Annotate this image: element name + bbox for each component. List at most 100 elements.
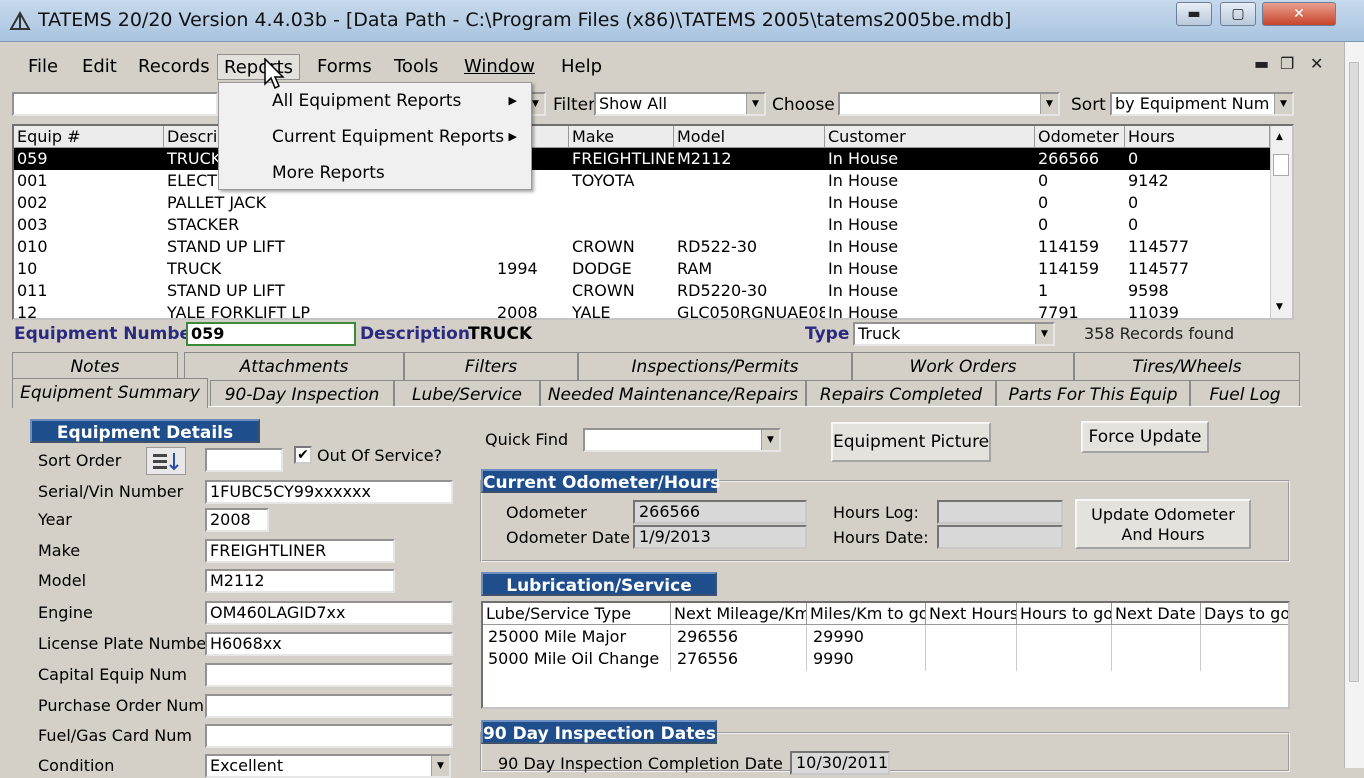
column-header[interactable]: Customer <box>825 126 1035 148</box>
grid-scrollbar[interactable]: ▲ ▼ <box>1270 126 1292 318</box>
column-header[interactable]: Equip # <box>14 126 164 148</box>
table-cell[interactable]: RAM <box>674 258 825 280</box>
table-cell[interactable]: 114577 <box>1125 236 1270 258</box>
type-select[interactable]: Truck ▼ <box>853 322 1055 346</box>
menu-edit[interactable]: Edit <box>76 54 123 80</box>
table-cell[interactable]: In House <box>825 192 1035 214</box>
column-header[interactable]: Make <box>569 126 674 148</box>
make-field[interactable]: FREIGHTLINER <box>205 539 395 563</box>
table-cell[interactable]: 114577 <box>1125 258 1270 280</box>
table-row[interactable]: 003 STACKER In House 0 0 <box>14 214 1270 236</box>
lube-column-header[interactable]: Hours to go <box>1017 603 1112 625</box>
outer-scrollbar[interactable] <box>1344 42 1364 768</box>
table-cell[interactable]: 12 <box>14 302 164 318</box>
tab-equipment-summary[interactable]: Equipment Summary <box>12 378 208 408</box>
table-cell[interactable]: 011 <box>14 280 164 302</box>
equipment-grid[interactable]: Equip # Descrip Make Model Customer Odom… <box>12 124 1294 320</box>
scroll-up-icon[interactable]: ▲ <box>1276 132 1283 142</box>
table-cell[interactable] <box>494 214 569 236</box>
table-cell[interactable]: 1 <box>1035 280 1125 302</box>
fuel-gas-card-num-field[interactable] <box>205 724 453 748</box>
lube-cell[interactable]: 29990 <box>810 626 864 648</box>
table-cell[interactable]: TOYOTA <box>569 170 674 192</box>
table-cell[interactable]: TRUCK <box>164 258 494 280</box>
table-cell[interactable]: In House <box>825 148 1035 170</box>
menu-forms[interactable]: Forms <box>311 54 378 80</box>
table-cell[interactable]: YALE FORKLIFT LP <box>164 302 494 318</box>
table-cell[interactable]: 059 <box>14 148 164 170</box>
table-cell[interactable]: In House <box>825 170 1035 192</box>
table-cell[interactable]: 9598 <box>1125 280 1270 302</box>
table-cell[interactable]: RD522-30 <box>674 236 825 258</box>
table-cell[interactable] <box>494 192 569 214</box>
tab-lube-service[interactable]: Lube/Service <box>394 380 540 408</box>
tab-notes[interactable]: Notes <box>12 352 178 380</box>
table-cell[interactable]: In House <box>825 280 1035 302</box>
lube-column-header[interactable]: Next Date <box>1112 603 1201 625</box>
lube-column-header[interactable]: Miles/Km to go <box>807 603 926 625</box>
table-cell[interactable]: 0 <box>1125 148 1270 170</box>
table-cell[interactable]: STACKER <box>164 214 494 236</box>
choose-select[interactable]: ▼ <box>838 92 1060 116</box>
mdi-restore-button[interactable]: ❐ <box>1280 54 1294 73</box>
table-cell[interactable]: In House <box>825 258 1035 280</box>
table-cell[interactable]: YALE <box>569 302 674 318</box>
table-row[interactable]: 010 STAND UP LIFT CROWN RD522-30 In House 114… <box>14 236 1270 258</box>
update-odometer-hours-button[interactable]: Update Odometer And Hours <box>1075 499 1251 549</box>
table-cell[interactable]: 002 <box>14 192 164 214</box>
table-cell[interactable]: 0 <box>1035 214 1125 236</box>
table-cell[interactable] <box>674 170 825 192</box>
equipment-number-field[interactable]: 059 <box>186 322 356 346</box>
table-cell[interactable]: 003 <box>14 214 164 236</box>
column-header[interactable]: Odometer <box>1035 126 1125 148</box>
table-cell[interactable] <box>569 192 674 214</box>
menu-help[interactable]: Help <box>555 54 608 80</box>
close-button[interactable]: ✕ <box>1262 2 1336 26</box>
table-cell[interactable]: 0 <box>1125 214 1270 236</box>
tab-attachments[interactable]: Attachments <box>184 352 404 380</box>
table-cell[interactable]: PALLET JACK <box>164 192 494 214</box>
table-cell[interactable]: CROWN <box>569 280 674 302</box>
table-cell[interactable]: 266566 <box>1035 148 1125 170</box>
tab-fuel-log[interactable]: Fuel Log <box>1190 380 1300 408</box>
search-input[interactable] <box>12 92 218 116</box>
scroll-down-icon[interactable]: ▼ <box>1276 302 1283 312</box>
tab-inspections-permits[interactable]: Inspections/Permits <box>578 352 852 380</box>
table-cell[interactable]: DODGE <box>569 258 674 280</box>
table-row[interactable]: 011 STAND UP LIFT CROWN RD5220-30 In House 1 9… <box>14 280 1270 302</box>
table-cell[interactable] <box>494 236 569 258</box>
model-field[interactable]: M2112 <box>205 569 395 593</box>
table-cell[interactable] <box>569 214 674 236</box>
tab-90-day-inspection[interactable]: 90-Day Inspection <box>210 380 394 408</box>
quick-find-select[interactable]: ▼ <box>583 428 781 452</box>
table-cell[interactable]: In House <box>825 214 1035 236</box>
out-of-service-checkbox[interactable]: ✔ <box>294 446 312 464</box>
table-cell[interactable]: 0 <box>1035 170 1125 192</box>
tab-tires-wheels[interactable]: Tires/Wheels <box>1074 352 1300 380</box>
column-header[interactable]: Model <box>674 126 825 148</box>
table-row[interactable]: 12 YALE FORKLIFT LP 2008 YALE GLC050RGNUAE08… <box>14 302 1270 318</box>
scroll-thumb[interactable] <box>1273 154 1289 176</box>
menu-tools[interactable]: Tools <box>388 54 444 80</box>
outer-scrollbar-track[interactable] <box>1349 62 1359 682</box>
lube-cell[interactable]: 5000 Mile Oil Change <box>485 648 659 670</box>
menu-reports[interactable]: Reports <box>217 54 301 80</box>
table-cell[interactable]: 114159 <box>1035 258 1125 280</box>
table-cell[interactable]: 001 <box>14 170 164 192</box>
table-cell[interactable]: GLC050RGNUAE08 <box>674 302 825 318</box>
engine-field[interactable]: OM460LAGID7xx <box>205 601 453 625</box>
maximize-button[interactable]: ▢ <box>1220 2 1256 26</box>
menu-records[interactable]: Records <box>132 54 216 80</box>
serial-vin-field[interactable]: 1FUBC5CY99xxxxxx <box>205 480 453 504</box>
year-field[interactable]: 2008 <box>205 508 269 532</box>
lube-column-header[interactable]: Next Hours <box>926 603 1017 625</box>
sort-order-input[interactable] <box>205 448 283 472</box>
tab-needed-maintenance-repairs[interactable]: Needed Maintenance/Repairs <box>540 380 806 408</box>
mdi-close-button[interactable]: ✕ <box>1310 54 1323 73</box>
lube-cell[interactable]: 276556 <box>674 648 738 670</box>
table-cell[interactable]: CROWN <box>569 236 674 258</box>
table-row[interactable]: 001 ELECT TOYOTA In House 0 9142 <box>14 170 1270 192</box>
lube-cell[interactable]: 9990 <box>810 648 854 670</box>
table-cell[interactable]: 2008 <box>494 302 569 318</box>
table-row[interactable]: 059TRUCK8FREIGHTLINEM2112In House2665660 <box>14 148 1270 170</box>
